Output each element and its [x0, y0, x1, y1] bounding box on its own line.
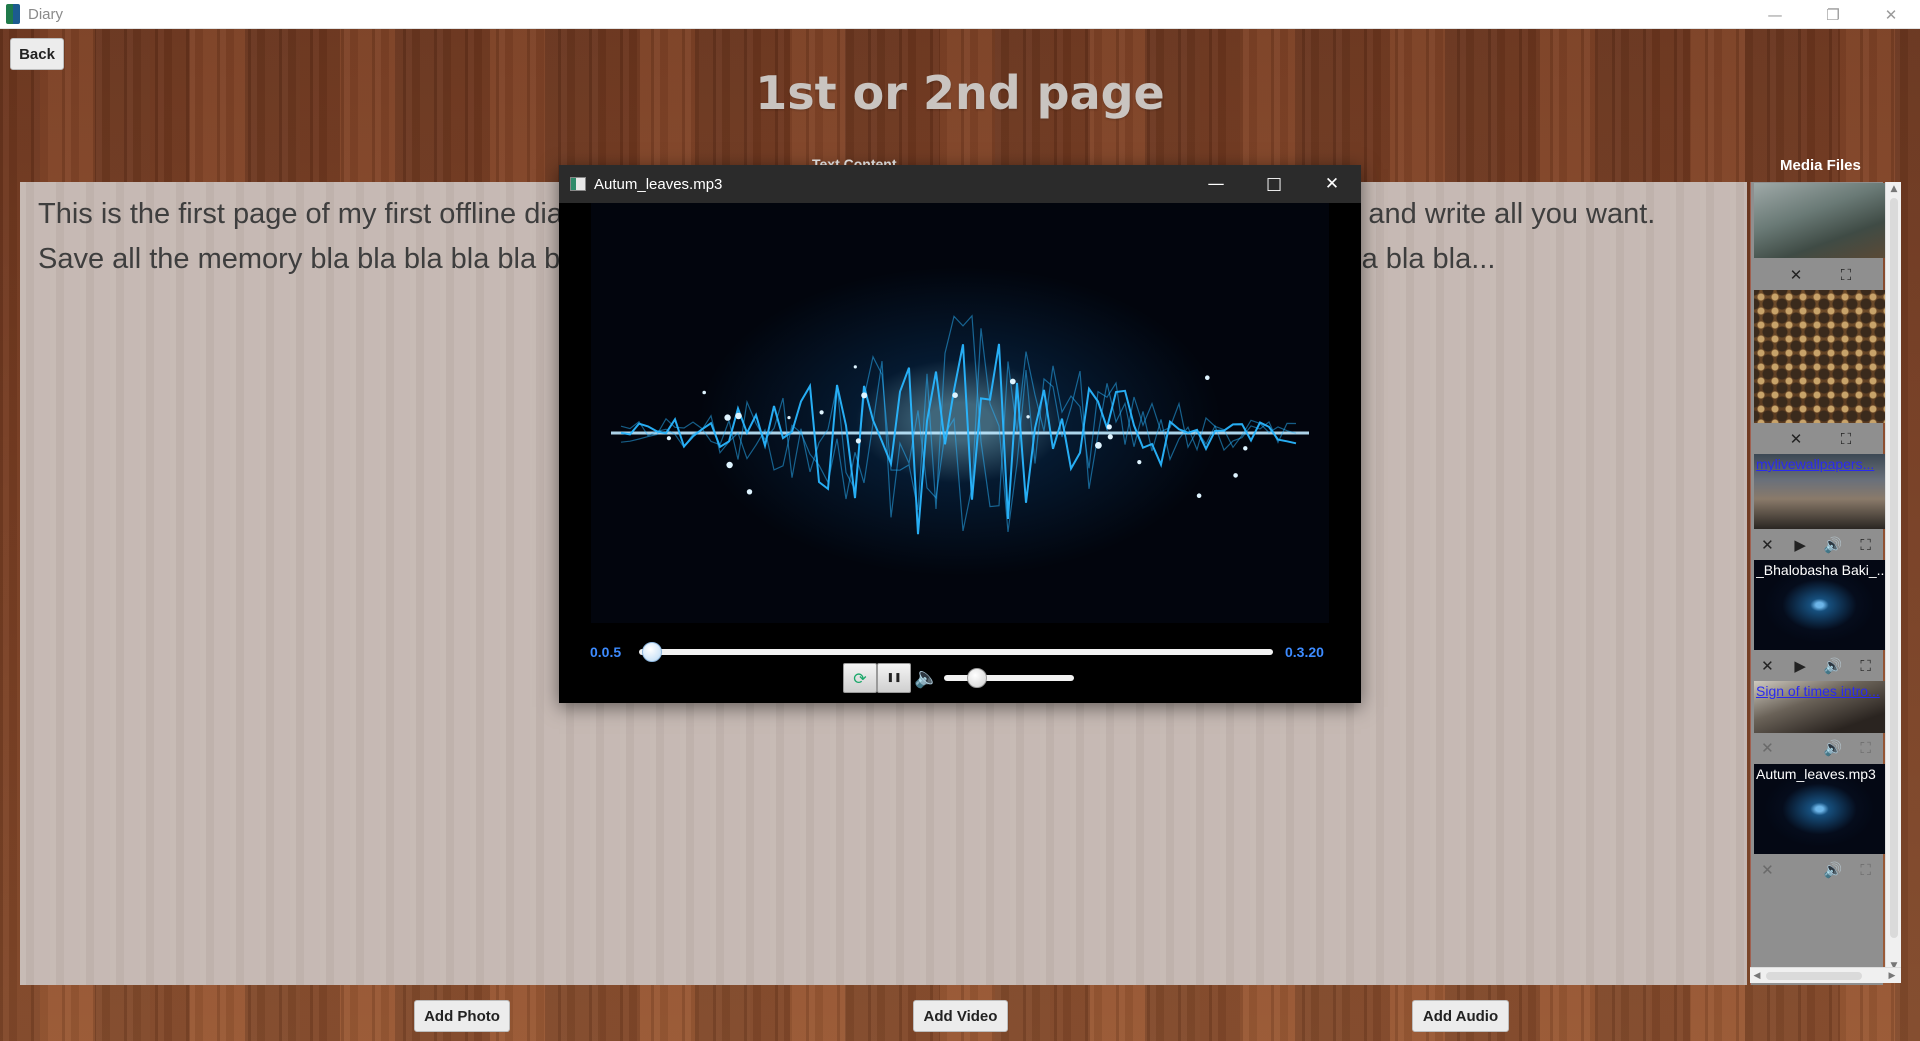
media-caption: Autum_leaves.mp3: [1756, 766, 1876, 782]
add-video-button[interactable]: Add Video: [913, 1000, 1008, 1032]
player-titlebar: Autum_leaves.mp3 — □ ✕: [559, 165, 1361, 203]
volume-icon[interactable]: 🔈: [914, 665, 939, 689]
audio-player-window: Autum_leaves.mp3 — □ ✕ 0.0.5 0.3.20 ⟳ ❚❚…: [559, 165, 1361, 703]
remove-icon[interactable]: ✕: [1755, 861, 1779, 879]
window-titlebar: Diary — ❐ ✕: [0, 0, 1920, 29]
media-files-panel: ✕ ⛶ ✕ ⛶ mylivewallpapers... ✕ ▶ 🔊 ⛶ _Bha…: [1750, 182, 1885, 985]
page-title: 1st or 2nd page: [755, 66, 1165, 120]
media-caption: Sign of times intro...: [1756, 683, 1880, 699]
diary-app-icon: [6, 4, 20, 24]
media-panel-vertical-scrollbar[interactable]: ▲ ▼: [1885, 182, 1901, 973]
window-title: Diary: [28, 5, 64, 23]
vertical-scroll-thumb[interactable]: [1890, 198, 1898, 938]
volume-icon[interactable]: 🔊: [1821, 861, 1845, 879]
add-photo-button[interactable]: Add Photo: [414, 1000, 510, 1032]
restart-button[interactable]: ⟳: [843, 663, 877, 693]
add-audio-button[interactable]: Add Audio: [1412, 1000, 1509, 1032]
fullscreen-icon[interactable]: ⛶: [1854, 657, 1878, 675]
media-controls-photo-1: ✕ ⛶: [1771, 262, 1871, 288]
fullscreen-icon[interactable]: ⛶: [1854, 536, 1878, 554]
volume-handle[interactable]: [966, 668, 987, 688]
scroll-up-icon[interactable]: ▲: [1886, 182, 1902, 196]
media-thumbnail-photo-rain[interactable]: [1754, 183, 1885, 258]
volume-icon[interactable]: 🔊: [1821, 536, 1845, 554]
remove-icon[interactable]: ✕: [1755, 657, 1779, 675]
pause-button[interactable]: ❚❚: [877, 663, 911, 693]
fullscreen-icon[interactable]: ⛶: [1854, 861, 1878, 879]
window-close-button[interactable]: ✕: [1862, 0, 1920, 29]
player-maximize-button[interactable]: □: [1245, 165, 1303, 203]
fullscreen-icon[interactable]: ⛶: [1834, 430, 1858, 448]
player-app-icon: [570, 177, 586, 191]
sound-wave-graphic: [611, 314, 1309, 535]
play-icon[interactable]: ▶: [1788, 536, 1812, 554]
seek-handle[interactable]: [641, 642, 662, 662]
player-close-button[interactable]: ✕: [1303, 165, 1361, 203]
remove-icon[interactable]: ✕: [1755, 536, 1779, 554]
total-time: 0.3.20: [1285, 644, 1324, 660]
audio-visualization: [591, 203, 1329, 623]
media-controls-photo-2: ✕ ⛶: [1771, 426, 1871, 452]
media-controls-audio-2: ✕ 🔊 ⛶: [1751, 857, 1882, 883]
remove-icon[interactable]: ✕: [1755, 739, 1779, 757]
play-icon[interactable]: ▶: [1788, 657, 1812, 675]
player-title: Autum_leaves.mp3: [594, 175, 723, 193]
fullscreen-icon[interactable]: ⛶: [1834, 266, 1858, 284]
volume-icon[interactable]: 🔊: [1821, 739, 1845, 757]
fullscreen-icon[interactable]: ⛶: [1854, 739, 1878, 757]
media-panel-horizontal-scrollbar[interactable]: ◀ ▶: [1750, 967, 1901, 983]
remove-icon[interactable]: ✕: [1784, 266, 1808, 284]
media-caption: mylivewallpapers...: [1756, 456, 1875, 472]
player-minimize-button[interactable]: —: [1187, 165, 1245, 203]
media-thumbnail-audio-2[interactable]: Autum_leaves.mp3: [1754, 764, 1885, 854]
window-minimize-button[interactable]: —: [1746, 0, 1804, 29]
window-restore-button[interactable]: ❐: [1804, 0, 1862, 29]
remove-icon[interactable]: ✕: [1784, 430, 1808, 448]
media-thumbnail-video-1[interactable]: mylivewallpapers...: [1754, 454, 1885, 529]
media-controls-video-2: ✕ 🔊 ⛶: [1751, 735, 1882, 761]
horizontal-scroll-thumb[interactable]: [1766, 972, 1862, 980]
media-thumbnail-photo-pattern[interactable]: [1754, 290, 1885, 423]
media-thumbnail-video-2[interactable]: Sign of times intro...: [1754, 681, 1885, 733]
seek-bar[interactable]: [639, 649, 1273, 655]
scroll-left-icon[interactable]: ◀: [1750, 968, 1764, 984]
media-thumbnail-audio-1[interactable]: _Bhalobasha Baki_...: [1754, 560, 1885, 650]
media-caption: _Bhalobasha Baki_...: [1756, 562, 1884, 578]
volume-slider[interactable]: [944, 675, 1074, 681]
media-controls-audio-1: ✕ ▶ 🔊 ⛶: [1751, 653, 1882, 679]
media-files-label: Media Files: [1780, 157, 1861, 174]
media-controls-video-1: ✕ ▶ 🔊 ⛶: [1751, 532, 1882, 558]
scroll-right-icon[interactable]: ▶: [1885, 968, 1899, 984]
current-time: 0.0.5: [590, 644, 622, 660]
volume-icon[interactable]: 🔊: [1821, 657, 1845, 675]
